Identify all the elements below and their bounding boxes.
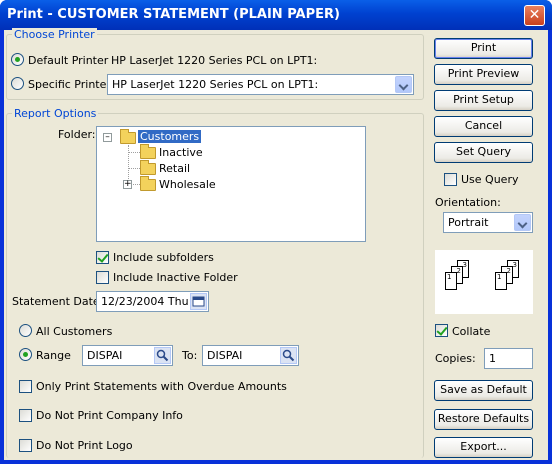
specific-printer-radio[interactable] <box>11 77 24 90</box>
statement-date-value: 12/23/2004 Thu <box>101 295 189 308</box>
copies-value: 1 <box>489 352 496 365</box>
range-label[interactable]: Range <box>36 349 71 362</box>
copies-field[interactable]: 1 <box>484 348 533 369</box>
close-icon[interactable]: ✕ <box>524 5 545 26</box>
dialog-body: Choose Printer Default Printer HP LaserJ… <box>4 28 548 460</box>
no-company-info-label[interactable]: Do Not Print Company Info <box>36 409 183 422</box>
default-printer-radio[interactable] <box>11 53 24 66</box>
orientation-value: Portrait <box>448 216 489 229</box>
range-to-field[interactable]: DISPAI <box>202 345 299 366</box>
tree-item-customers[interactable]: Customers <box>138 130 202 143</box>
statement-date-field[interactable]: 12/23/2004 Thu <box>96 291 209 312</box>
folder-icon <box>140 144 156 159</box>
search-icon[interactable] <box>154 347 171 364</box>
restore-defaults-button[interactable]: Restore Defaults <box>434 409 533 430</box>
report-options-legend: Report Options <box>12 107 99 120</box>
choose-printer-legend: Choose Printer <box>12 28 97 41</box>
title-bar: Print - CUSTOMER STATEMENT (PLAIN PAPER)… <box>0 0 552 30</box>
no-company-info-checkbox[interactable] <box>19 409 32 422</box>
tree-guide-line <box>128 152 140 153</box>
collate-page: 1 <box>445 272 457 290</box>
use-query-checkbox[interactable] <box>444 173 457 186</box>
folder-icon <box>140 176 156 191</box>
no-logo-checkbox[interactable] <box>19 439 32 452</box>
use-query-label[interactable]: Use Query <box>461 173 518 186</box>
collate-page: 1 <box>495 272 507 290</box>
tree-item-wholesale[interactable]: Wholesale <box>159 178 216 191</box>
folder-label: Folder: <box>58 128 96 141</box>
orientation-select[interactable]: Portrait <box>443 212 533 233</box>
folder-icon <box>120 129 136 144</box>
chevron-down-icon[interactable] <box>514 214 531 231</box>
print-setup-button[interactable]: Print Setup <box>434 90 533 111</box>
search-icon[interactable] <box>280 347 297 364</box>
include-inactive-label[interactable]: Include Inactive Folder <box>113 271 238 284</box>
print-preview-button[interactable]: Print Preview <box>434 64 533 85</box>
collate-checkbox[interactable] <box>435 324 448 337</box>
only-overdue-checkbox[interactable] <box>19 380 32 393</box>
expand-icon[interactable]: + <box>123 180 132 189</box>
tree-guide-line <box>131 184 140 185</box>
only-overdue-label[interactable]: Only Print Statements with Overdue Amoun… <box>36 380 287 393</box>
specific-printer-label[interactable]: Specific Printer <box>28 78 111 91</box>
all-customers-label[interactable]: All Customers <box>36 325 112 338</box>
include-subfolders-label[interactable]: Include subfolders <box>113 251 214 264</box>
collate-illustration: 3 2 1 3 2 1 <box>435 250 533 314</box>
default-printer-value: HP LaserJet 1220 Series PCL on LPT1: <box>111 54 318 67</box>
folder-icon <box>140 160 156 175</box>
specific-printer-select[interactable]: HP LaserJet 1220 Series PCL on LPT1: <box>107 74 414 95</box>
tree-guide-line <box>128 168 140 169</box>
range-radio[interactable] <box>19 348 32 361</box>
window-title: Print - CUSTOMER STATEMENT (PLAIN PAPER) <box>7 7 340 22</box>
tree-item-inactive[interactable]: Inactive <box>159 146 203 159</box>
cancel-button[interactable]: Cancel <box>434 116 533 137</box>
print-dialog-window: Print - CUSTOMER STATEMENT (PLAIN PAPER)… <box>0 0 552 464</box>
collate-label[interactable]: Collate <box>452 325 490 338</box>
copies-label: Copies: <box>435 352 476 365</box>
tree-item-retail[interactable]: Retail <box>159 162 190 175</box>
orientation-label: Orientation: <box>435 196 501 209</box>
include-subfolders-checkbox[interactable] <box>96 251 109 264</box>
statement-date-label: Statement Date: <box>12 295 104 308</box>
save-default-button[interactable]: Save as Default <box>434 380 533 401</box>
print-button[interactable]: Print <box>434 38 533 59</box>
folder-tree[interactable]: – Customers Inactive Retail + Wholesale <box>96 126 366 242</box>
specific-printer-select-value: HP LaserJet 1220 Series PCL on LPT1: <box>112 78 319 91</box>
default-printer-label[interactable]: Default Printer <box>28 54 108 67</box>
all-customers-radio[interactable] <box>19 324 32 337</box>
export-button[interactable]: Export... <box>434 437 533 458</box>
include-inactive-checkbox[interactable] <box>96 271 109 284</box>
set-query-button[interactable]: Set Query <box>434 142 533 163</box>
chevron-down-icon[interactable] <box>395 76 412 93</box>
collapse-icon[interactable]: – <box>103 133 112 142</box>
range-from-field[interactable]: DISPAI <box>82 345 173 366</box>
calendar-icon[interactable] <box>190 293 207 310</box>
range-from-value: DISPAI <box>87 349 123 362</box>
no-logo-label[interactable]: Do Not Print Logo <box>36 439 133 452</box>
range-to-value: DISPAI <box>207 349 243 362</box>
range-to-label: To: <box>182 349 198 362</box>
